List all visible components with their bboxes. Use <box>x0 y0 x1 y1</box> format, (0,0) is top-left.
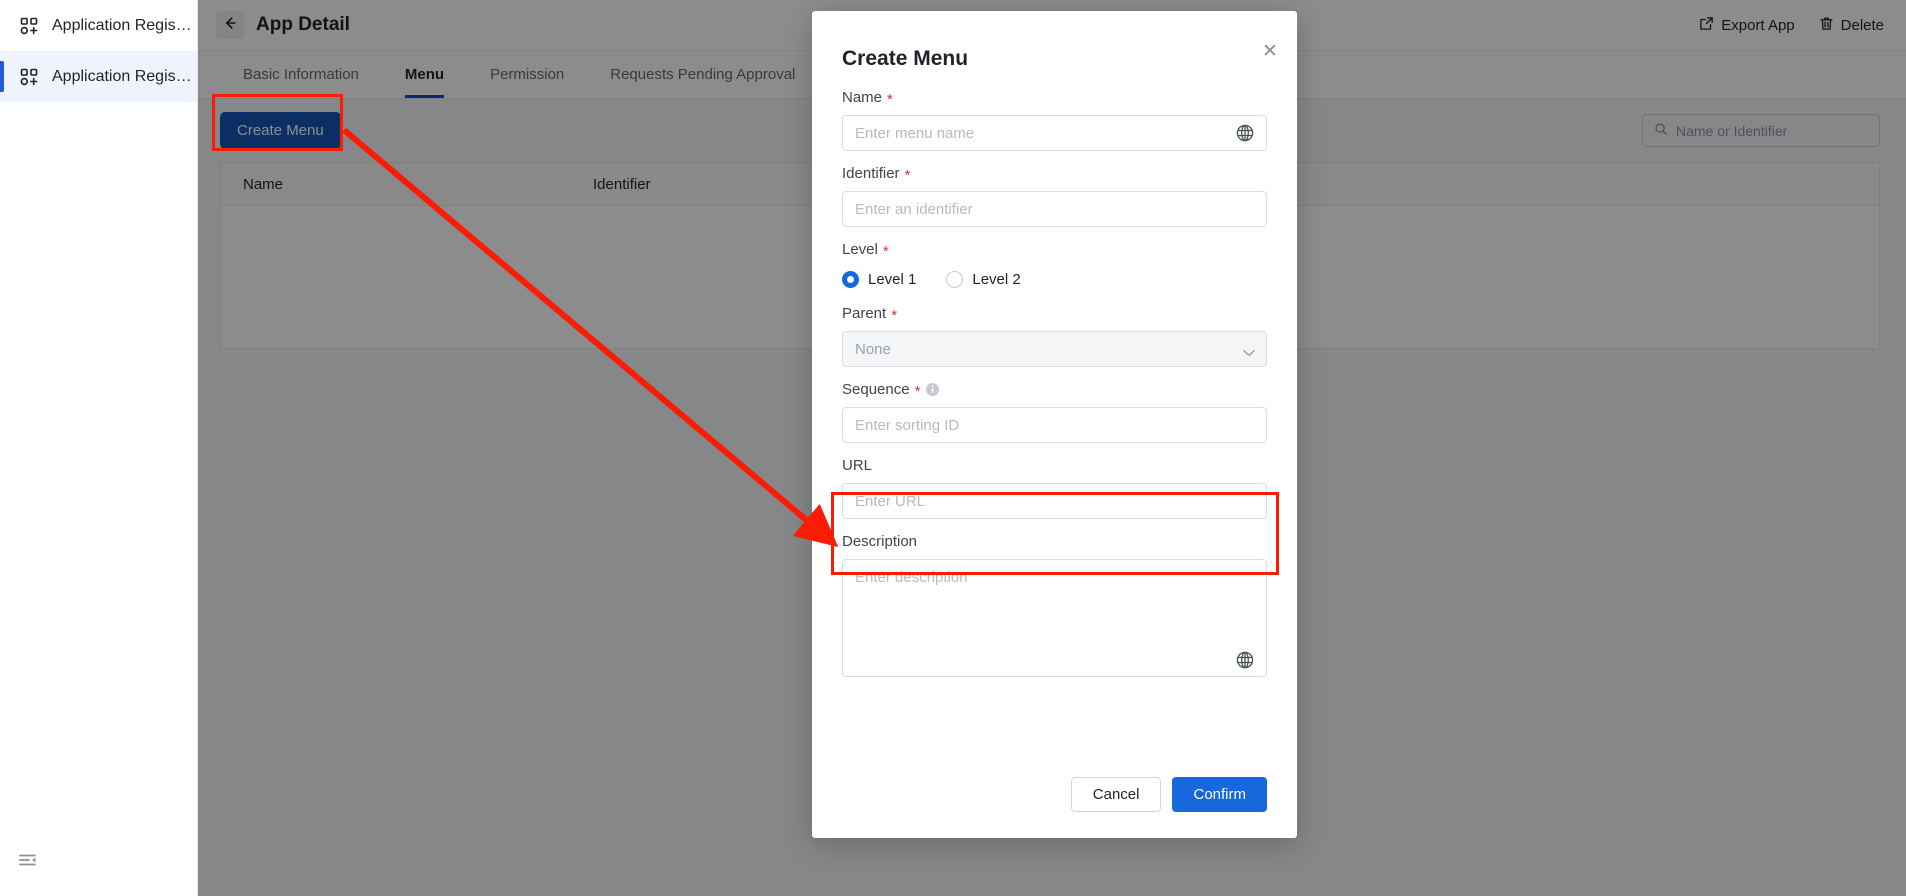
confirm-button[interactable]: Confirm <box>1172 777 1267 812</box>
screen-root: Application Registr... Application Regis… <box>0 0 1906 896</box>
level-radio-group: Level 1 Level 2 <box>842 267 1267 291</box>
parent-field: Parent * <box>842 305 1267 367</box>
radio-level-2-label: Level 2 <box>972 271 1020 288</box>
identifier-label-row: Identifier * <box>842 165 1267 182</box>
grid-plus-icon <box>19 16 39 36</box>
required-marker: * <box>883 244 889 259</box>
radio-unselected-icon <box>946 271 963 288</box>
sidebar-item-application-registration[interactable]: Application Registrat... <box>0 51 197 102</box>
radio-selected-icon <box>842 271 859 288</box>
sidebar-spacer <box>0 102 197 826</box>
collapse-panel-icon[interactable] <box>18 851 38 871</box>
level-label: Level <box>842 241 878 258</box>
required-marker: * <box>887 92 893 107</box>
name-field: Name * <box>842 89 1267 151</box>
description-textarea-wrap <box>842 559 1267 682</box>
info-icon[interactable] <box>925 382 940 397</box>
radio-level-2[interactable]: Level 2 <box>946 271 1020 288</box>
dialog-footer: Cancel Confirm <box>812 777 1297 838</box>
description-field: Description <box>842 533 1267 682</box>
sidebar: Application Registr... Application Regis… <box>0 0 198 896</box>
description-textarea[interactable] <box>842 559 1267 677</box>
grid-plus-icon <box>19 67 39 87</box>
sequence-input[interactable] <box>842 407 1267 443</box>
sidebar-item-label: Application Registrat... <box>52 68 192 86</box>
dialog-title: Create Menu <box>812 11 1297 71</box>
url-label-row: URL <box>842 457 1267 474</box>
parent-label: Parent <box>842 305 886 322</box>
sequence-field: Sequence * <box>842 381 1267 443</box>
sequence-label: Sequence <box>842 381 910 398</box>
name-label: Name <box>842 89 882 106</box>
level-field: Level * Level 1 Level 2 <box>842 241 1267 291</box>
identifier-label: Identifier <box>842 165 900 182</box>
level-label-row: Level * <box>842 241 1267 258</box>
parent-select[interactable] <box>842 331 1267 367</box>
url-field: URL <box>842 457 1267 519</box>
sidebar-item-application-registry[interactable]: Application Registr... <box>0 0 197 51</box>
close-icon[interactable]: ✕ <box>1259 41 1281 63</box>
identifier-field: Identifier * <box>842 165 1267 227</box>
name-label-row: Name * <box>842 89 1267 106</box>
url-label: URL <box>842 457 872 474</box>
globe-icon[interactable] <box>1235 650 1255 670</box>
sidebar-footer <box>0 826 197 896</box>
required-marker: * <box>905 168 911 183</box>
required-marker: * <box>891 308 897 323</box>
radio-level-1-label: Level 1 <box>868 271 916 288</box>
required-marker: * <box>915 384 921 399</box>
description-label: Description <box>842 533 917 550</box>
sequence-label-row: Sequence * <box>842 381 1267 398</box>
parent-label-row: Parent * <box>842 305 1267 322</box>
cancel-button[interactable]: Cancel <box>1071 777 1162 812</box>
globe-icon[interactable] <box>1235 123 1255 143</box>
create-menu-dialog: ✕ Create Menu Name * <box>812 11 1297 838</box>
dialog-body: Name * Identifier * <box>812 71 1297 777</box>
identifier-input[interactable] <box>842 191 1267 227</box>
description-label-row: Description <box>842 533 1267 550</box>
url-input[interactable] <box>842 483 1267 519</box>
sidebar-item-label: Application Registr... <box>52 17 192 35</box>
name-input[interactable] <box>842 115 1267 151</box>
radio-level-1[interactable]: Level 1 <box>842 271 916 288</box>
parent-select-wrap <box>842 331 1267 367</box>
